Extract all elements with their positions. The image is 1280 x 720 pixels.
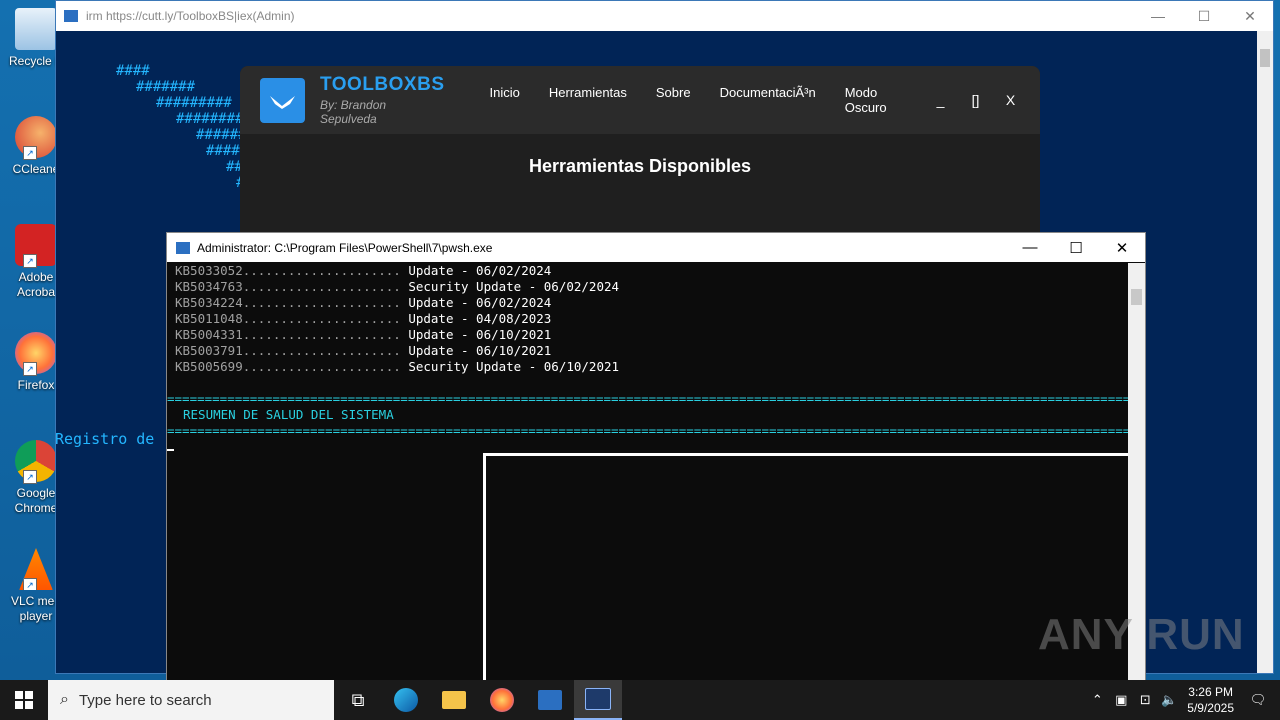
toolbox-maximize-button[interactable]: []	[958, 92, 993, 108]
section-heading: Herramientas Disponibles	[528, 156, 752, 176]
taskbar-edge[interactable]	[382, 680, 430, 720]
volume-icon[interactable]: 🔈	[1157, 692, 1181, 708]
ascii-art-line: #########	[156, 95, 232, 111]
taskbar-file-explorer[interactable]	[430, 680, 478, 720]
update-line: KB5004331..................... Update - …	[175, 327, 552, 342]
scrollbar-thumb[interactable]	[1260, 49, 1270, 67]
clock-time: 3:26 PM	[1188, 685, 1233, 699]
ascii-art-line: ####	[116, 63, 150, 79]
window-title: Administrator: C:\Program Files\PowerShe…	[197, 240, 493, 255]
powershell-icon	[176, 241, 190, 254]
task-view-button[interactable]: ⧉	[334, 680, 382, 720]
vlc-icon: ↗	[19, 548, 53, 590]
update-line: KB5003791..................... Update - …	[175, 343, 552, 358]
recycle-bin-icon	[15, 8, 57, 50]
nav-sobre[interactable]: Sobre	[656, 85, 691, 115]
powershell-icon	[64, 10, 78, 22]
app-byline: By: Brandon Sepulveda	[320, 98, 387, 126]
network-icon[interactable]: ⊡	[1133, 692, 1157, 708]
clock-date: 5/9/2025	[1187, 701, 1234, 715]
minimize-button[interactable]: —	[1007, 239, 1053, 257]
taskbar-firefox[interactable]	[478, 680, 526, 720]
taskbar-powershell[interactable]	[526, 680, 574, 720]
ccleaner-icon: ↗	[15, 116, 57, 160]
update-line: KB5033052..................... Update - …	[175, 263, 552, 278]
pwsh-titlebar[interactable]: Administrator: C:\Program Files\PowerShe…	[167, 233, 1145, 262]
maximize-button[interactable]: ☐	[1181, 8, 1227, 25]
toolbox-minimize-button[interactable]: _	[923, 92, 958, 108]
scrollbar-thumb[interactable]	[1131, 289, 1142, 305]
separator-line: ========================================…	[167, 391, 1128, 406]
windows-icon	[15, 691, 33, 709]
update-line: KB5034224..................... Update - …	[175, 295, 552, 310]
anyrun-watermark: ANY RUN	[1038, 610, 1245, 659]
nav-herramientas[interactable]: Herramientas	[549, 85, 627, 115]
taskbar-pwsh[interactable]	[574, 680, 622, 720]
nav-modo-oscuro[interactable]: Modo Oscuro	[845, 85, 894, 115]
text-cursor	[167, 449, 174, 451]
separator-line: ========================================…	[167, 423, 1128, 438]
edge-icon	[394, 688, 418, 712]
nav-menu: Inicio Herramientas Sobre DocumentaciÃ³n…	[490, 85, 924, 115]
start-button[interactable]	[0, 680, 48, 720]
toolbox-close-button[interactable]: X	[993, 92, 1028, 108]
irm-titlebar[interactable]: irm https://cutt.ly/ToolboxBS|iex(Admin)…	[56, 1, 1273, 31]
registro-text: Registro de	[55, 430, 155, 448]
update-line: KB5011048..................... Update - …	[175, 311, 552, 326]
notification-icon[interactable]: 🗨	[1246, 692, 1270, 708]
chevron-up-icon[interactable]: ⌃	[1085, 692, 1109, 708]
task-view-icon: ⧉	[351, 689, 365, 710]
firefox-icon	[490, 688, 514, 712]
chrome-icon: ↗	[15, 440, 57, 484]
device-icon[interactable]: ▣	[1109, 692, 1133, 708]
minimize-button[interactable]: —	[1135, 8, 1181, 25]
close-button[interactable]: ✕	[1227, 8, 1273, 25]
system-tray: ⌃ ▣ ⊡ 🔈 3:26 PM 5/9/2025 🗨	[1085, 684, 1280, 716]
pwsh-window[interactable]: Administrator: C:\Program Files\PowerShe…	[166, 232, 1146, 686]
search-icon: ⌕	[60, 691, 69, 708]
close-button[interactable]: ✕	[1099, 239, 1145, 257]
maximize-button[interactable]: ☐	[1053, 239, 1099, 257]
clock[interactable]: 3:26 PM 5/9/2025	[1187, 684, 1234, 716]
toolbox-window[interactable]: TOOLBOXBS By: Brandon Sepulveda Inicio H…	[240, 66, 1040, 256]
taskbar-search[interactable]: ⌕ Type here to search	[48, 680, 334, 720]
ascii-art-line: #######	[136, 79, 196, 95]
update-line: KB5005699..................... Security …	[175, 359, 620, 374]
vertical-scrollbar[interactable]	[1257, 31, 1273, 673]
summary-heading: RESUMEN DE SALUD DEL SISTEMA	[183, 407, 394, 422]
taskbar: ⌕ Type here to search ⧉ ⌃ ▣ ⊡ 🔈 3:26 PM …	[0, 680, 1280, 720]
nav-documentacion[interactable]: DocumentaciÃ³n	[720, 85, 816, 115]
powershell-icon	[538, 690, 562, 710]
acrobat-icon: ↗	[15, 224, 57, 268]
app-name: TOOLBOXBS	[320, 74, 445, 95]
nav-inicio[interactable]: Inicio	[490, 85, 520, 115]
search-placeholder: Type here to search	[78, 691, 212, 709]
window-title: irm https://cutt.ly/ToolboxBS|iex(Admin)	[86, 9, 295, 23]
toolbox-logo-icon	[260, 77, 305, 123]
folder-icon	[442, 691, 466, 709]
update-line: KB5034763..................... Security …	[175, 279, 620, 294]
firefox-icon: ↗	[15, 332, 57, 376]
pwsh-icon	[585, 688, 611, 710]
toolbox-header: TOOLBOXBS By: Brandon Sepulveda Inicio H…	[240, 66, 1040, 134]
